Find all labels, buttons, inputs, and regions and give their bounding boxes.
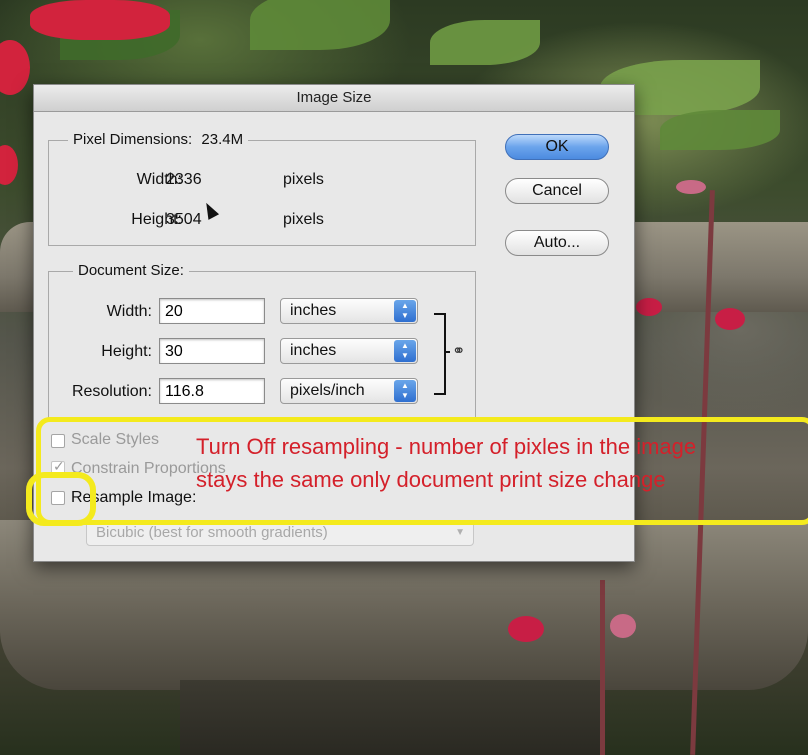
pixel-dimensions-heading: Pixel Dimensions: 23.4M [68, 131, 249, 148]
pixel-width-value: 2336 [166, 171, 202, 188]
resample-highlight-ring [26, 472, 96, 526]
pixel-width-unit: pixels [283, 171, 324, 188]
doc-height-label: Height: [101, 343, 152, 360]
red-bud [636, 298, 662, 316]
doc-width-label: Width: [106, 303, 152, 320]
pixel-height-value: 3504 [166, 211, 202, 228]
doc-width-input[interactable]: 20 [159, 298, 265, 324]
ok-button[interactable]: OK [505, 134, 609, 160]
chain-link-icon: ⚭ [452, 343, 466, 360]
doc-height-input[interactable]: 30 [159, 338, 265, 364]
red-bud [508, 616, 544, 642]
red-flower [30, 0, 170, 40]
annotation-text: Turn Off resampling - number of pixles i… [196, 430, 696, 496]
pixel-dimensions-group [48, 140, 476, 246]
annotation-line-1: Turn Off resampling - number of pixles i… [196, 434, 697, 459]
doc-width-unit-select[interactable]: inches ▲ ▼ [280, 298, 418, 324]
pixel-height-unit: pixels [283, 211, 324, 228]
select-arrows-icon: ▲ ▼ [394, 380, 416, 402]
pixel-dimensions-label: Pixel Dimensions: [73, 131, 193, 148]
resolution-unit-select[interactable]: pixels/inch ▲ ▼ [280, 378, 418, 404]
doc-height-unit-value: inches [290, 342, 337, 359]
pink-bud [610, 614, 636, 638]
resolution-input[interactable]: 116.8 [159, 378, 265, 404]
annotation-line-2: stays the same only document print size … [196, 467, 666, 492]
select-arrows-icon: ▲ ▼ [394, 340, 416, 362]
resolution-unit-value: pixels/inch [290, 382, 365, 399]
cancel-button[interactable]: Cancel [505, 178, 609, 204]
red-bud [715, 308, 745, 330]
pixel-height-label: Height: [131, 211, 182, 228]
resample-method-value: Bicubic (best for smooth gradients) [96, 524, 328, 541]
flower-stem [600, 580, 605, 755]
select-arrows-icon: ▲ ▼ [394, 300, 416, 322]
pixel-width-label: Width: [136, 171, 182, 188]
pink-bud [676, 180, 706, 194]
auto-button[interactable]: Auto... [505, 230, 609, 256]
dialog-title: Image Size [34, 85, 634, 112]
constrain-link-tick [444, 351, 450, 353]
resolution-label: Resolution: [71, 383, 152, 400]
red-flower [0, 40, 30, 95]
birdbath-base [180, 680, 600, 755]
leaf [430, 20, 540, 65]
leaf [250, 0, 390, 50]
leaf [660, 110, 780, 150]
doc-width-unit-value: inches [290, 302, 337, 319]
doc-height-unit-select[interactable]: inches ▲ ▼ [280, 338, 418, 364]
red-flower [0, 145, 18, 185]
pixel-dimensions-size: 23.4M [201, 131, 244, 148]
document-size-heading: Document Size: [73, 262, 189, 279]
constrain-link-bracket [434, 313, 446, 395]
